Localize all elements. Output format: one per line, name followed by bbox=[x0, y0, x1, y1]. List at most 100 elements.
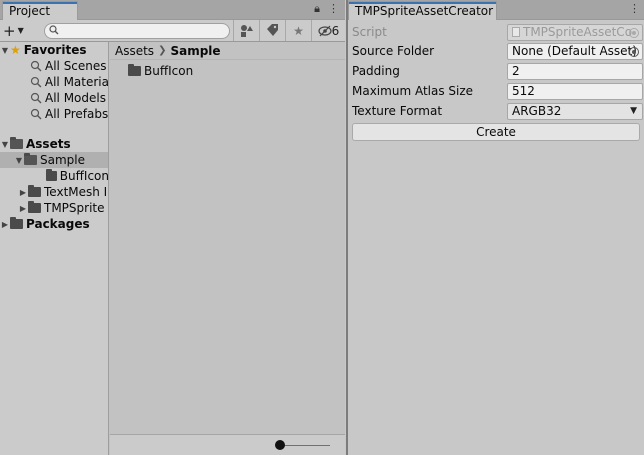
folder-icon bbox=[10, 217, 23, 229]
tree-item-label: Sample bbox=[40, 153, 85, 167]
tree-item-all-prefabs[interactable]: All Prefabs bbox=[0, 106, 109, 122]
inspector-tab-icons: ⋮ bbox=[629, 2, 640, 15]
texture-format-label: Texture Format bbox=[352, 104, 443, 118]
icon-size-slider-track[interactable] bbox=[280, 445, 330, 446]
source-folder-value: None (Default Asset) bbox=[512, 44, 637, 58]
tree-item-all-models[interactable]: All Models bbox=[0, 90, 108, 106]
favorites-filter-button[interactable]: ★ bbox=[285, 20, 311, 41]
lock-icon[interactable]: 🔒︎ bbox=[314, 2, 320, 16]
create-button-label: Create bbox=[476, 125, 516, 139]
chevron-down-icon: ▼ bbox=[17, 26, 24, 35]
script-file-icon bbox=[512, 27, 520, 37]
tree-item-label: Packages bbox=[26, 217, 90, 231]
tab-inspector-label: TMPSpriteAssetCreator bbox=[355, 4, 494, 18]
folder-open-icon bbox=[10, 137, 23, 149]
inspector-tab-bar: TMPSpriteAssetCreator ⋮ bbox=[348, 0, 644, 20]
tree-item-label: All Prefabs bbox=[45, 107, 109, 121]
source-folder-label: Source Folder bbox=[352, 44, 435, 58]
tree-item-label: All Materia bbox=[44, 75, 109, 89]
project-bottom-bar bbox=[110, 434, 345, 455]
folder-icon bbox=[28, 201, 41, 213]
padding-label: Padding bbox=[352, 64, 400, 78]
search-box[interactable] bbox=[44, 23, 230, 39]
hidden-packages-count: 6 bbox=[331, 23, 340, 38]
project-content-pane: Assets ❯ Sample BuffIcon bbox=[110, 42, 345, 455]
tree-item-all-materials[interactable]: All Materia bbox=[0, 74, 109, 90]
script-field: TMPSpriteAssetCo bbox=[507, 23, 643, 41]
kebab-menu-icon[interactable]: ⋮ bbox=[328, 2, 339, 16]
search-icon bbox=[49, 25, 59, 35]
tree-item-sample[interactable]: ▼ Sample bbox=[0, 152, 108, 168]
label-tag-icon bbox=[267, 24, 278, 36]
tree-item-label: BuffIcon bbox=[59, 169, 109, 183]
object-picker-icon[interactable] bbox=[629, 46, 639, 57]
tree-item-label: TMPSprite bbox=[44, 201, 105, 215]
padding-input[interactable]: 2 bbox=[507, 62, 643, 80]
expand-arrow-icon[interactable]: ▶ bbox=[0, 220, 10, 229]
tab-project-label: Project bbox=[9, 4, 51, 18]
max-atlas-size-input[interactable]: 512 bbox=[507, 82, 643, 100]
tree-item-packages[interactable]: ▶ Packages bbox=[0, 216, 108, 232]
hidden-packages-toggle[interactable]: 6 bbox=[311, 20, 345, 41]
kebab-menu-icon[interactable]: ⋮ bbox=[629, 2, 640, 15]
expand-arrow-icon[interactable]: ▼ bbox=[0, 140, 10, 149]
create-button[interactable]: Create bbox=[352, 123, 640, 141]
search-by-type-button[interactable] bbox=[233, 20, 259, 41]
folder-tree: ▼ ★ Favorites All Scenes All Materia All… bbox=[0, 42, 109, 455]
project-toolbar: + ▼ ★ 6 bbox=[0, 20, 345, 42]
property-max-atlas-size: Maximum Atlas Size 512 bbox=[352, 82, 643, 100]
plus-icon: + bbox=[3, 21, 16, 40]
max-atlas-size-label: Maximum Atlas Size bbox=[352, 84, 474, 98]
search-icon bbox=[30, 60, 42, 72]
chevron-down-icon: ▼ bbox=[630, 105, 637, 116]
search-input[interactable] bbox=[61, 24, 226, 38]
tree-item-label: All Models bbox=[45, 91, 106, 105]
search-icon bbox=[30, 108, 42, 120]
expand-arrow-icon[interactable]: ▼ bbox=[14, 156, 24, 165]
object-picker-icon bbox=[629, 27, 639, 38]
star-icon: ★ bbox=[293, 23, 304, 38]
icon-size-slider-thumb[interactable] bbox=[275, 440, 285, 450]
expand-arrow-icon[interactable]: ▶ bbox=[18, 204, 28, 213]
create-menu-button[interactable]: + ▼ bbox=[3, 21, 33, 40]
tree-item-assets[interactable]: ▼ Assets bbox=[0, 136, 108, 152]
search-by-label-button[interactable] bbox=[259, 20, 285, 41]
texture-format-dropdown[interactable]: ARGB32 ▼ bbox=[507, 102, 643, 120]
inspector-window: TMPSpriteAssetCreator ⋮ Script TMPSprite… bbox=[346, 0, 644, 455]
tree-item-bufficon[interactable]: BuffIcon bbox=[0, 168, 109, 184]
tree-item-label: Favorites bbox=[23, 43, 87, 57]
asset-item-bufficon[interactable]: BuffIcon bbox=[128, 64, 193, 78]
max-atlas-size-value: 512 bbox=[512, 84, 535, 98]
expand-arrow-icon[interactable]: ▼ bbox=[0, 46, 10, 55]
tab-project[interactable]: Project bbox=[2, 1, 78, 20]
breadcrumb-sample[interactable]: Sample bbox=[170, 44, 220, 58]
script-value: TMPSpriteAssetCo bbox=[523, 25, 633, 39]
search-icon bbox=[30, 76, 42, 88]
breadcrumb-assets[interactable]: Assets bbox=[115, 44, 154, 58]
property-source-folder: Source Folder None (Default Asset) bbox=[352, 42, 643, 60]
tab-accent bbox=[3, 2, 77, 4]
tab-tmpspriteassetcreator[interactable]: TMPSpriteAssetCreator bbox=[348, 1, 497, 20]
tab-accent bbox=[349, 2, 496, 4]
project-window: Project 🔒︎ ⋮ + ▼ ★ 6 ▼ ★ Favorites All S… bbox=[0, 0, 345, 455]
star-icon: ★ bbox=[10, 43, 21, 57]
tree-item-textmesh[interactable]: ▶ TextMesh I bbox=[0, 184, 108, 200]
padding-value: 2 bbox=[512, 64, 520, 78]
property-texture-format: Texture Format ARGB32 ▼ bbox=[352, 102, 643, 120]
tree-item-favorites[interactable]: ▼ ★ Favorites bbox=[0, 42, 108, 58]
type-filter-icon bbox=[240, 24, 253, 37]
asset-item-label: BuffIcon bbox=[144, 64, 194, 78]
chevron-right-icon: ❯ bbox=[158, 45, 167, 56]
texture-format-value: ARGB32 bbox=[512, 104, 562, 118]
tree-item-tmpsprite[interactable]: ▶ TMPSprite bbox=[0, 200, 108, 216]
folder-icon bbox=[128, 64, 141, 76]
tree-item-all-scenes[interactable]: All Scenes bbox=[0, 58, 108, 74]
source-folder-field[interactable]: None (Default Asset) bbox=[507, 42, 643, 60]
expand-arrow-icon[interactable]: ▶ bbox=[18, 188, 28, 197]
tree-item-label: All Scenes bbox=[45, 59, 107, 73]
breadcrumb: Assets ❯ Sample bbox=[110, 42, 345, 60]
property-padding: Padding 2 bbox=[352, 62, 643, 80]
folder-open-icon bbox=[24, 153, 37, 165]
script-label: Script bbox=[352, 25, 387, 39]
project-tab-icons: 🔒︎ ⋮ bbox=[314, 2, 339, 16]
